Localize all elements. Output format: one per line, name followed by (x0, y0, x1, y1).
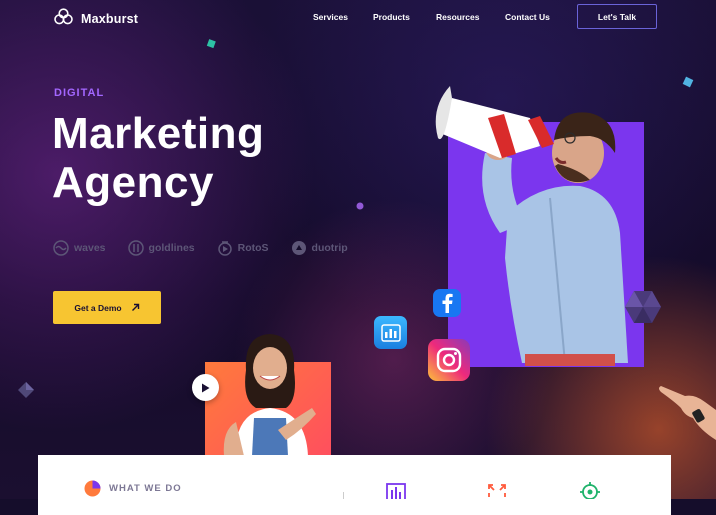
arrow-up-right-icon (131, 303, 139, 311)
partner-name: RotoS (237, 242, 269, 254)
partner-logo-duotrip: duotrip (291, 240, 348, 256)
facebook-icon (433, 289, 461, 317)
top-navigation: Maxburst Services Products Resources Con… (0, 0, 716, 34)
pointing-hand-image (659, 386, 716, 440)
play-video-button[interactable] (192, 374, 219, 401)
expand-arrows-icon (488, 484, 506, 497)
instagram-icon (428, 339, 470, 381)
play-icon (202, 383, 210, 392)
demo-button-label: Get a Demo (74, 302, 122, 313)
nav-link-resources[interactable]: Resources (436, 12, 479, 22)
woman-pointing-image (223, 334, 316, 456)
partner-logos: waves goldlines RotoS duotrip (53, 240, 348, 256)
lets-talk-button[interactable]: Let's Talk (577, 4, 657, 29)
panel-divider (343, 492, 344, 499)
rotos-icon (217, 241, 232, 256)
nav-link-contact-us[interactable]: Contact Us (505, 12, 550, 22)
target-icon (580, 482, 600, 499)
hero-title-line-2: Agency (52, 158, 214, 207)
what-we-do-label: WHAT WE DO (109, 483, 182, 494)
pie-chart-icon (84, 480, 101, 497)
get-a-demo-button[interactable]: Get a Demo (53, 291, 161, 324)
nav-link-services[interactable]: Services (313, 12, 348, 22)
partner-name: waves (74, 242, 106, 254)
partner-logo-rotos: RotoS (217, 240, 269, 256)
partner-logo-waves: waves (53, 240, 106, 256)
what-we-do-heading: WHAT WE DO (84, 480, 182, 497)
partner-logo-goldlines: goldlines (127, 240, 195, 256)
decorative-gem-small (18, 382, 34, 398)
hero-title-line-1: Marketing (52, 109, 265, 158)
decorative-gem (625, 291, 661, 323)
partner-name: duotrip (311, 242, 348, 254)
triple-circle-logo-icon (54, 8, 73, 30)
chart-app-icon (374, 316, 407, 349)
duotrip-icon (291, 241, 306, 255)
brand-logo[interactable]: Maxburst (54, 8, 138, 30)
partner-name: goldlines (148, 242, 195, 254)
hero-eyebrow: DIGITAL (54, 87, 105, 99)
brand-name: Maxburst (81, 12, 139, 26)
waves-icon (53, 240, 69, 256)
nav-link-products[interactable]: Products (373, 12, 410, 22)
goldlines-icon (127, 240, 144, 256)
bar-chart-icon (386, 483, 406, 499)
